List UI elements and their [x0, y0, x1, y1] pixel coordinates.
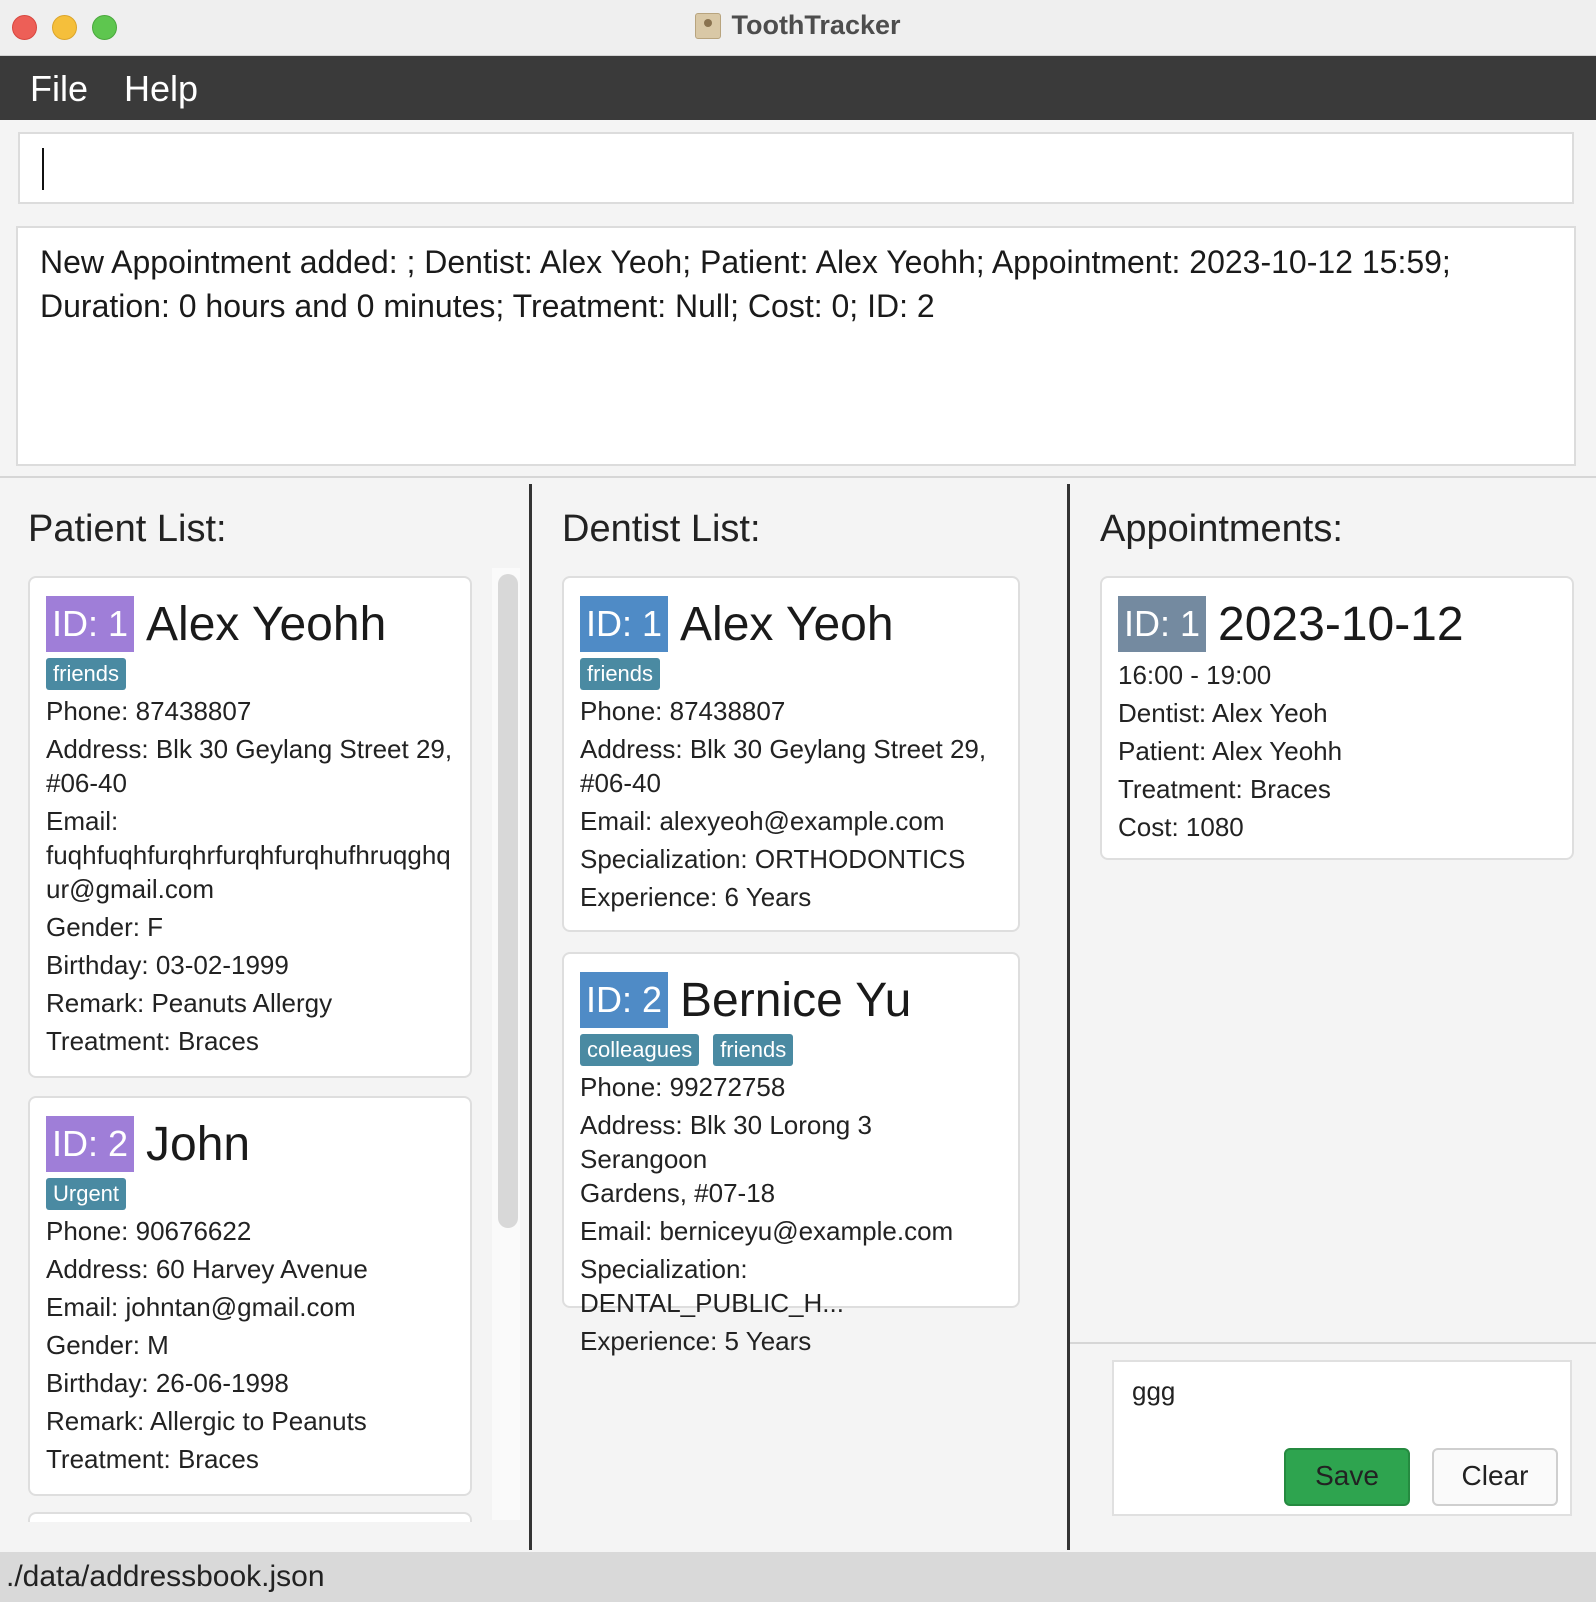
patient-list-title: Patient List:: [28, 508, 227, 550]
patient-remark: Remark: Peanuts Allergy: [46, 988, 333, 1018]
patient-birthday: Birthday: 26-06-1998: [46, 1368, 289, 1398]
dentist-email: Email: alexyeoh@example.com: [580, 806, 945, 836]
result-line-2: Duration: 0 hours and 0 minutes; Treatme…: [40, 288, 935, 324]
remark-text[interactable]: ggg: [1132, 1376, 1175, 1407]
dentist-address-line2: #06-40: [580, 768, 661, 798]
dentist-card[interactable]: ID: 1 Alex Yeoh friends Phone: 87438807 …: [562, 576, 1020, 932]
save-button[interactable]: Save: [1284, 1448, 1410, 1506]
appointment-treatment: Treatment: Braces: [1118, 774, 1331, 804]
result-line-1: New Appointment added: ; Dentist: Alex Y…: [40, 244, 1451, 280]
patient-remark: Remark: Allergic to Peanuts: [46, 1406, 367, 1436]
patient-email: Email: johntan@gmail.com: [46, 1292, 356, 1322]
appointments-title: Appointments:: [1100, 508, 1343, 550]
patient-treatment: Treatment: Braces: [46, 1026, 259, 1056]
appointment-dentist: Dentist: Alex Yeoh: [1118, 698, 1328, 728]
patient-phone: Phone: 87438807: [46, 696, 252, 726]
dentist-phone: Phone: 87438807: [580, 696, 786, 726]
dentist-email: Email: berniceyu@example.com: [580, 1216, 954, 1246]
patient-card[interactable]: [28, 1512, 472, 1522]
dentist-list-title: Dentist List:: [562, 508, 761, 550]
patient-name: Alex Yeohh: [146, 597, 387, 651]
status-bar: ./data/addressbook.json: [0, 1552, 1596, 1602]
dentist-experience: Experience: 6 Years: [580, 882, 812, 912]
menu-bar: File Help: [0, 56, 1596, 120]
dentist-name: Alex Yeoh: [680, 597, 894, 651]
patient-card[interactable]: ID: 2 John Urgent Phone: 90676622 Addres…: [28, 1096, 472, 1496]
dentist-card[interactable]: ID: 2 Bernice Yu colleagues friends Phon…: [562, 952, 1020, 1356]
command-input[interactable]: [48, 146, 1548, 192]
menu-help[interactable]: Help: [124, 68, 198, 110]
dentist-id-badge: ID: 2: [580, 972, 669, 1028]
patient-address: Address: 60 Harvey Avenue: [46, 1254, 368, 1284]
tag-badge: colleagues: [580, 1034, 700, 1066]
tag-badge: friends: [580, 658, 661, 690]
patient-name: John: [146, 1117, 251, 1171]
dentist-experience: Experience: 5 Years: [580, 1326, 812, 1356]
menu-file[interactable]: File: [30, 68, 88, 110]
patient-id-badge: ID: 1: [46, 596, 135, 652]
appointment-time: 16:00 - 19:00: [1118, 660, 1272, 690]
patient-phone: Phone: 90676622: [46, 1216, 252, 1246]
patient-address: Address: Blk 30 Geylang Street 29,: [46, 734, 453, 764]
patient-email: fuqhfuqhfurqhrfurqhfurqhufhruqghq: [46, 840, 451, 870]
dentist-specialization: Specialization: ORTHODONTICS: [580, 844, 966, 874]
section-divider: [0, 476, 1596, 478]
text-caret: [42, 148, 44, 190]
tag-badge: friends: [46, 658, 127, 690]
appointment-card[interactable]: ID: 1 2023-10-12 16:00 - 19:00 Dentist: …: [1100, 576, 1574, 860]
column-separator[interactable]: [529, 484, 532, 1550]
appointment-date: 2023-10-12: [1218, 597, 1464, 651]
remark-editor[interactable]: ggg Save Clear: [1112, 1360, 1572, 1516]
tag-badge: Urgent: [46, 1178, 127, 1210]
dentist-address-line2: Gardens, #07-18: [580, 1178, 776, 1208]
app-icon: [695, 12, 722, 39]
patient-email-line2: ur@gmail.com: [46, 874, 214, 904]
dentist-id-badge: ID: 1: [580, 596, 669, 652]
patient-address-line2: #06-40: [46, 768, 127, 798]
dentist-phone: Phone: 99272758: [580, 1072, 786, 1102]
patient-treatment: Treatment: Braces: [46, 1444, 259, 1474]
scrollbar-thumb[interactable]: [498, 574, 518, 1228]
column-separator[interactable]: [1067, 484, 1070, 1550]
patient-card[interactable]: ID: 1 Alex Yeohh friends Phone: 87438807…: [28, 576, 472, 1078]
dentist-address: Address: Blk 30 Lorong 3 Serangoon: [580, 1110, 872, 1174]
appointment-cost: Cost: 1080: [1118, 812, 1244, 842]
dentist-specialization: Specialization: DENTAL_PUBLIC_H...: [580, 1254, 844, 1318]
save-location: ./data/addressbook.json: [6, 1560, 325, 1593]
patient-birthday: Birthday: 03-02-1999: [46, 950, 289, 980]
dentist-address: Address: Blk 30 Geylang Street 29,: [580, 734, 987, 764]
patient-gender: Gender: M: [46, 1330, 169, 1360]
patient-id-badge: ID: 2: [46, 1116, 135, 1172]
command-box[interactable]: [18, 132, 1574, 204]
patient-gender: Gender: F: [46, 912, 164, 942]
result-display: New Appointment added: ; Dentist: Alex Y…: [16, 226, 1576, 466]
patient-email-label: Email:: [46, 806, 119, 836]
tag-badge: friends: [713, 1034, 794, 1066]
dentist-name: Bernice Yu: [680, 973, 912, 1027]
window-titlebar: ToothTracker: [0, 0, 1596, 56]
remark-divider: [1070, 1342, 1596, 1344]
appointment-patient: Patient: Alex Yeohh: [1118, 736, 1343, 766]
appointment-id-badge: ID: 1: [1118, 596, 1207, 652]
title-group: ToothTracker: [0, 10, 1596, 41]
window-title: ToothTracker: [731, 10, 901, 40]
clear-button[interactable]: Clear: [1432, 1448, 1558, 1506]
